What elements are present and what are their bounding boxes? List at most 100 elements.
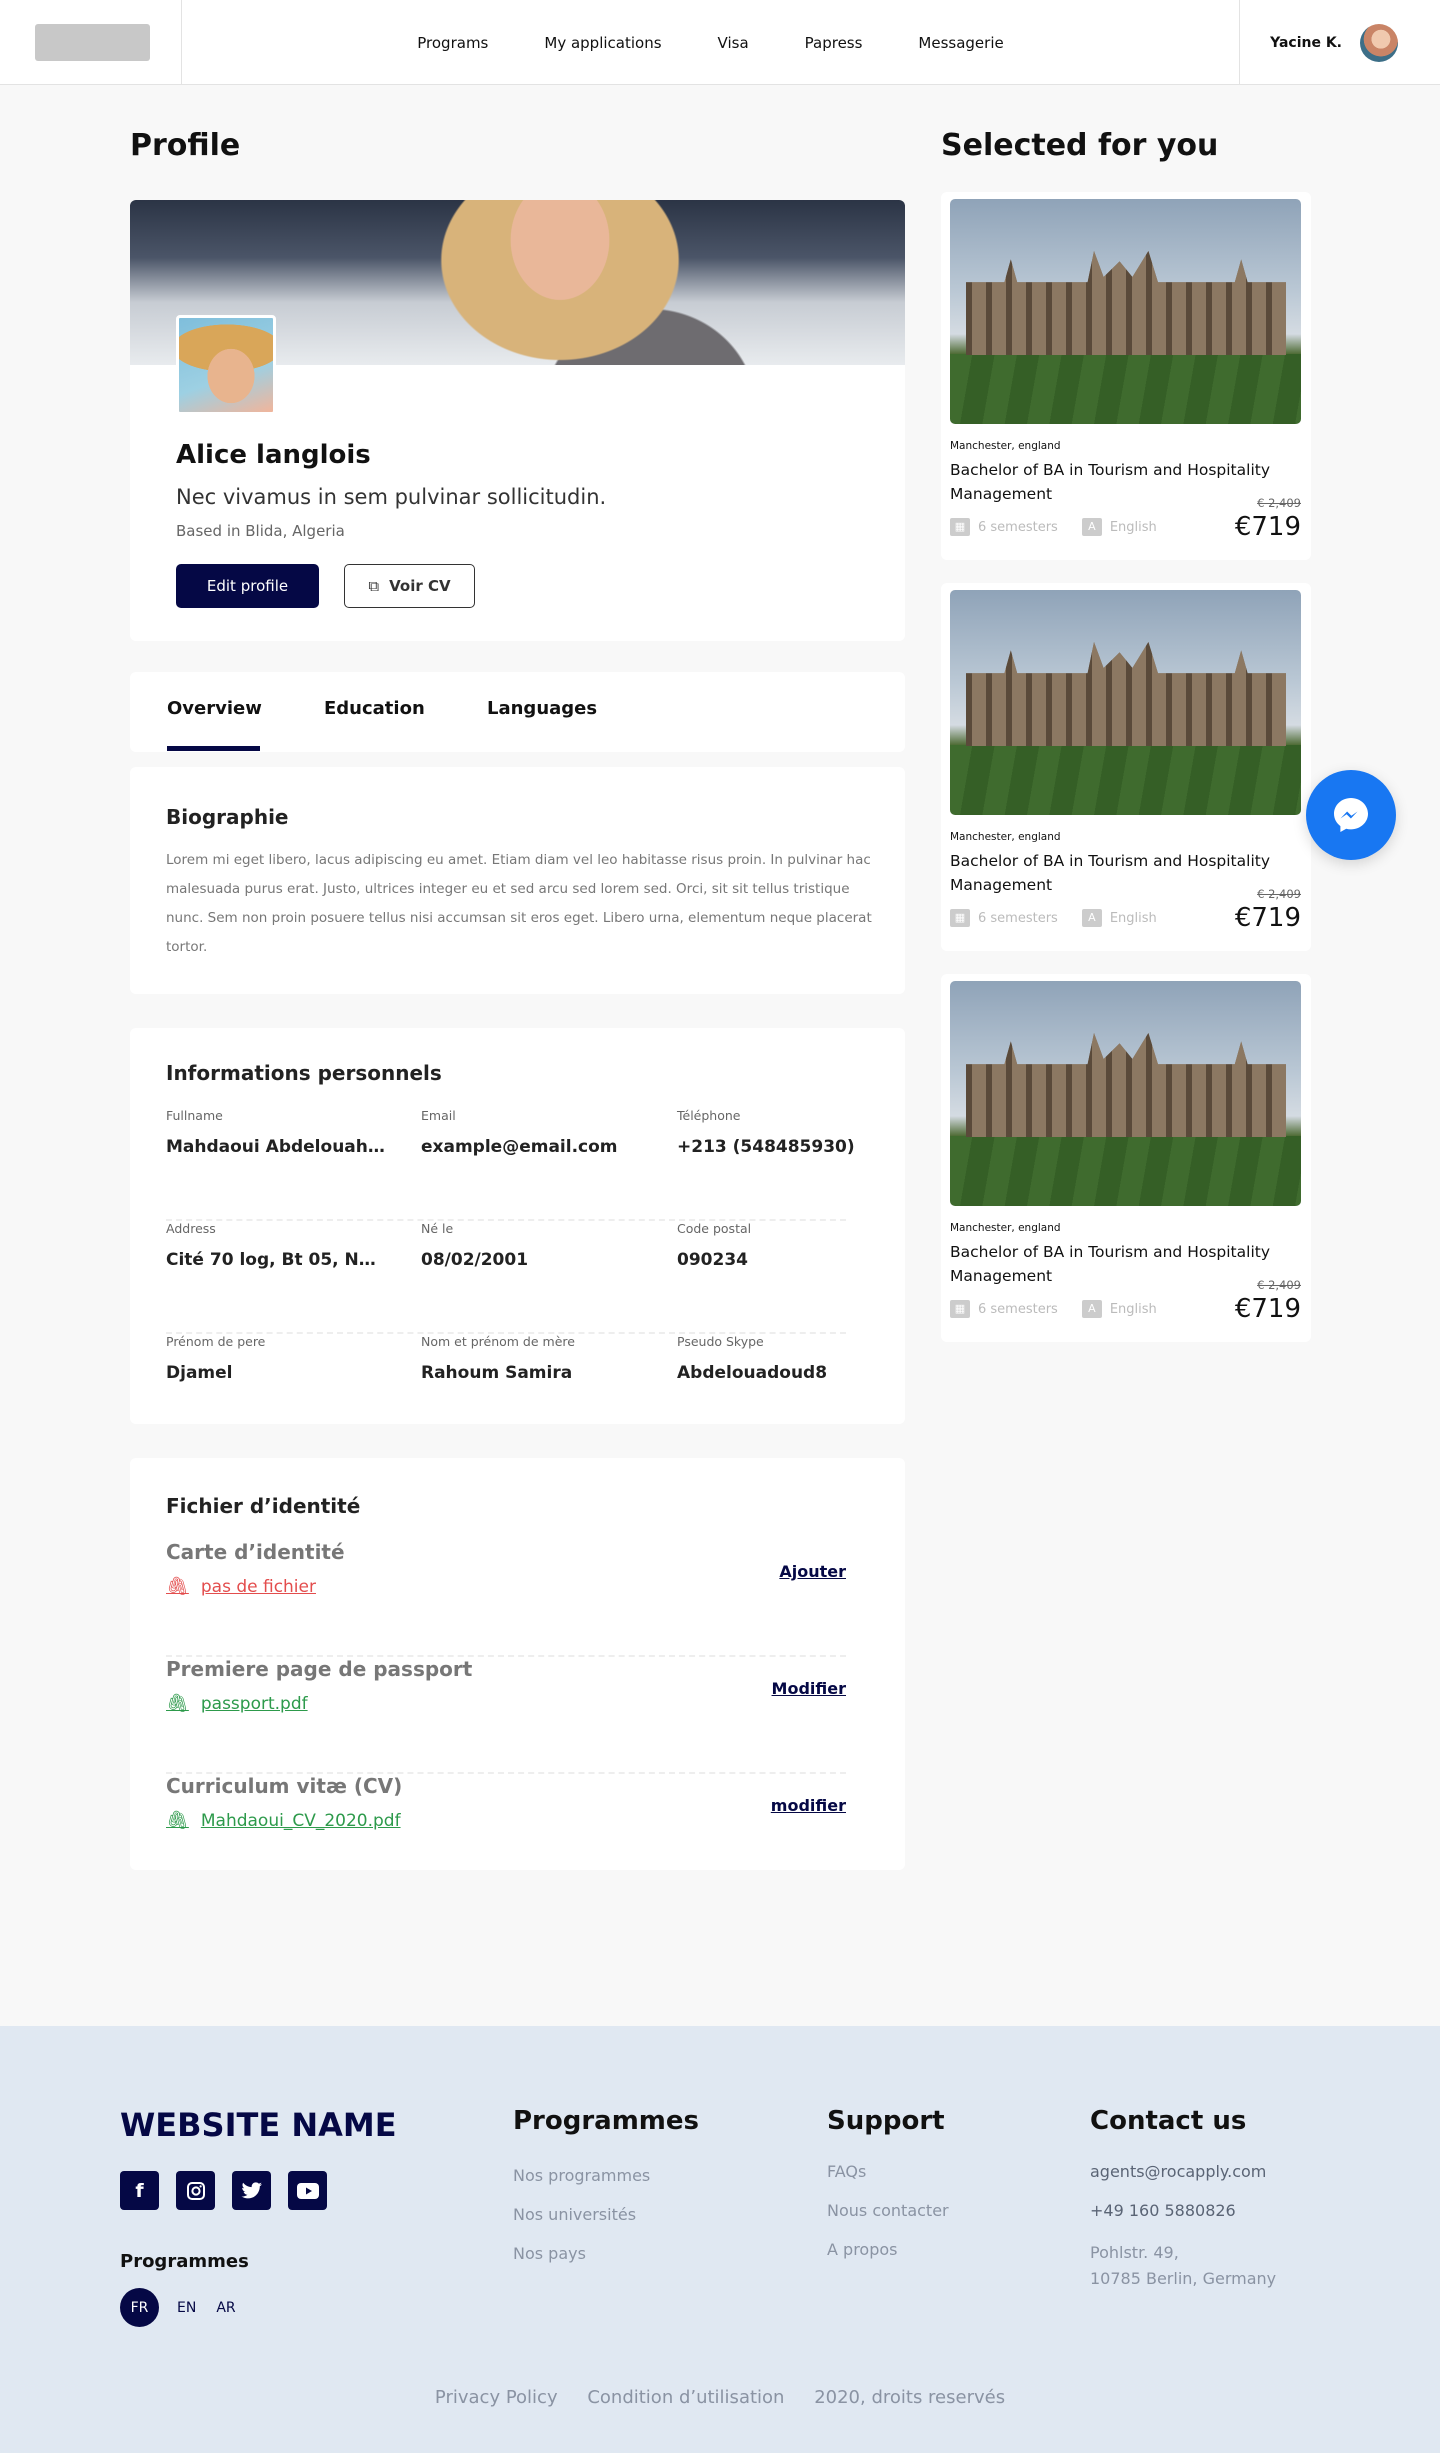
info-fullname: Fullname Mahdaoui Abdelouahab (166, 1108, 386, 1157)
view-cv-label: Voir CV (389, 577, 451, 595)
tab-education[interactable]: Education (324, 698, 425, 719)
footer-support-column: Support FAQs Nous contacter A propos (827, 2106, 949, 2279)
paperclip-icon: 🖇 (166, 1693, 189, 1714)
modify-file-button[interactable]: Modifier (772, 1679, 846, 1698)
instagram-glyph (186, 2181, 205, 2200)
nav-messagerie[interactable]: Messagerie (918, 34, 1003, 52)
copyright-text: 2020, droits reservés (814, 2387, 1006, 2408)
file-name[interactable]: passport.pdf (201, 1694, 308, 1714)
info-value: Djamel (166, 1363, 233, 1383)
footer-link-contact[interactable]: Nous contacter (827, 2201, 949, 2220)
footer-link-about[interactable]: A propos (827, 2240, 949, 2259)
program-image[interactable] (950, 590, 1301, 815)
nav-programs[interactable]: Programs (417, 34, 488, 52)
tab-languages[interactable]: Languages (487, 698, 597, 719)
youtube-icon[interactable] (288, 2171, 327, 2210)
user-avatar[interactable] (1360, 23, 1398, 62)
translate-icon: A (1081, 518, 1102, 536)
info-address: Address Cité 70 log, Bt 05, N12 Blida (166, 1221, 386, 1270)
lang-fr[interactable]: FR (120, 2288, 159, 2327)
building-illustration (966, 251, 1286, 355)
external-link-icon: ⧉ (368, 577, 380, 595)
edit-profile-button[interactable]: Edit profile (176, 564, 319, 608)
nav-papress[interactable]: Papress (805, 34, 863, 52)
program-title[interactable]: Bachelor of BA in Tourism and Hospitalit… (950, 1240, 1302, 1288)
social-links: f (120, 2171, 327, 2210)
tab-overview[interactable]: Overview (167, 698, 262, 719)
add-file-button[interactable]: Ajouter (779, 1562, 846, 1581)
file-title: Carte d’identité (166, 1540, 345, 1564)
program-card[interactable]: Manchester, england Bachelor of BA in To… (941, 583, 1311, 951)
profile-card: Alice langlois Nec vivamus in sem pulvin… (130, 200, 905, 641)
page-title: Profile (130, 128, 241, 163)
twitter-icon[interactable] (232, 2171, 271, 2210)
file-name[interactable]: pas de fichier (201, 1577, 316, 1597)
twitter-glyph (241, 2181, 262, 2198)
footer-phone[interactable]: +49 160 5880826 (1090, 2201, 1276, 2220)
footer-link-pays[interactable]: Nos pays (513, 2244, 699, 2263)
calendar-icon: ▦ (950, 909, 970, 927)
info-value: Cité 70 log, Bt 05, N12 Blida (166, 1250, 386, 1270)
info-label: Nom et prénom de mère (421, 1334, 575, 1349)
view-cv-button[interactable]: ⧉ Voir CV (344, 564, 475, 608)
selected-title: Selected for you (941, 128, 1219, 163)
footer-contact-column: Contact us agents@rocapply.com +49 160 5… (1090, 2106, 1276, 2292)
personal-info-heading: Informations personnels (166, 1061, 442, 1085)
info-postal-code: Code postal 090234 (677, 1221, 897, 1270)
facebook-icon[interactable]: f (120, 2171, 159, 2210)
identity-files-heading: Fichier d’identité (166, 1494, 361, 1518)
instagram-icon[interactable] (176, 2171, 215, 2210)
program-old-price: € 2,409 (1257, 887, 1301, 901)
footer-link-programmes[interactable]: Nos programmes (513, 2166, 699, 2185)
file-link[interactable]: 🖇 passport.pdf (166, 1693, 308, 1714)
program-card[interactable]: Manchester, england Bachelor of BA in To… (941, 192, 1311, 560)
program-image[interactable] (950, 199, 1301, 424)
program-meta: ▦ 6 semesters A English (950, 518, 1157, 536)
info-value: Mahdaoui Abdelouahab (166, 1137, 386, 1157)
lang-en[interactable]: EN (177, 2300, 196, 2316)
program-semesters: 6 semesters (978, 1301, 1058, 1317)
nav-my-applications[interactable]: My applications (544, 34, 661, 52)
nav-visa[interactable]: Visa (718, 34, 749, 52)
file-row-cv: Curriculum vitæ (CV) 🖇 Mahdaoui_CV_2020.… (166, 1774, 846, 1891)
user-menu[interactable]: Yacine K. (1239, 0, 1440, 85)
address-line: 10785 Berlin, Germany (1090, 2269, 1277, 2288)
file-name[interactable]: Mahdaoui_CV_2020.pdf (201, 1811, 401, 1831)
program-image[interactable] (950, 981, 1301, 1206)
program-title[interactable]: Bachelor of BA in Tourism and Hospitalit… (950, 458, 1302, 506)
user-name[interactable]: Yacine K. (1270, 35, 1342, 51)
info-telephone: Téléphone +213 (548485930) (677, 1108, 897, 1157)
file-title: Curriculum vitæ (CV) (166, 1774, 403, 1798)
program-card[interactable]: Manchester, england Bachelor of BA in To… (941, 974, 1311, 1342)
calendar-icon: ▦ (950, 1300, 970, 1318)
info-birthdate: Né le 08/02/2001 (421, 1221, 641, 1270)
program-language: English (1109, 910, 1157, 926)
footer-programmes-label: Programmes (120, 2251, 249, 2272)
profile-avatar (176, 315, 276, 415)
building-illustration (966, 1033, 1286, 1137)
info-row: Prénom de pere Djamel Nom et prénom de m… (166, 1334, 846, 1447)
footer-bottom-links: Privacy Policy Condition d’utilisation 2… (0, 2387, 1440, 2408)
footer-site-name[interactable]: WEBSITE NAME (120, 2106, 397, 2144)
profile-location: Based in Blida, Algeria (176, 522, 345, 540)
info-row: Fullname Mahdaoui Abdelouahab Email exam… (166, 1108, 855, 1221)
lang-ar[interactable]: AR (216, 2300, 235, 2316)
privacy-policy-link[interactable]: Privacy Policy (435, 2387, 558, 2408)
footer-link-faqs[interactable]: FAQs (827, 2162, 949, 2181)
info-label: Né le (421, 1221, 454, 1236)
logo-container[interactable] (0, 0, 182, 85)
program-title[interactable]: Bachelor of BA in Tourism and Hospitalit… (950, 849, 1302, 897)
footer-email[interactable]: agents@rocapply.com (1090, 2162, 1276, 2181)
file-title: Premiere page de passport (166, 1657, 473, 1681)
file-link[interactable]: 🖇 pas de fichier (166, 1576, 316, 1597)
biography-heading: Biographie (166, 805, 289, 829)
translate-icon: A (1081, 909, 1102, 927)
footer-link-universites[interactable]: Nos universités (513, 2205, 699, 2224)
logo[interactable] (35, 24, 150, 61)
modify-file-button[interactable]: modifier (771, 1796, 846, 1815)
messenger-chat-button[interactable] (1306, 770, 1396, 860)
file-link[interactable]: 🖇 Mahdaoui_CV_2020.pdf (166, 1810, 401, 1831)
terms-link[interactable]: Condition d’utilisation (587, 2387, 784, 2408)
youtube-glyph (296, 2182, 319, 2199)
info-row: Address Cité 70 log, Bt 05, N12 Blida Né… (166, 1221, 846, 1334)
